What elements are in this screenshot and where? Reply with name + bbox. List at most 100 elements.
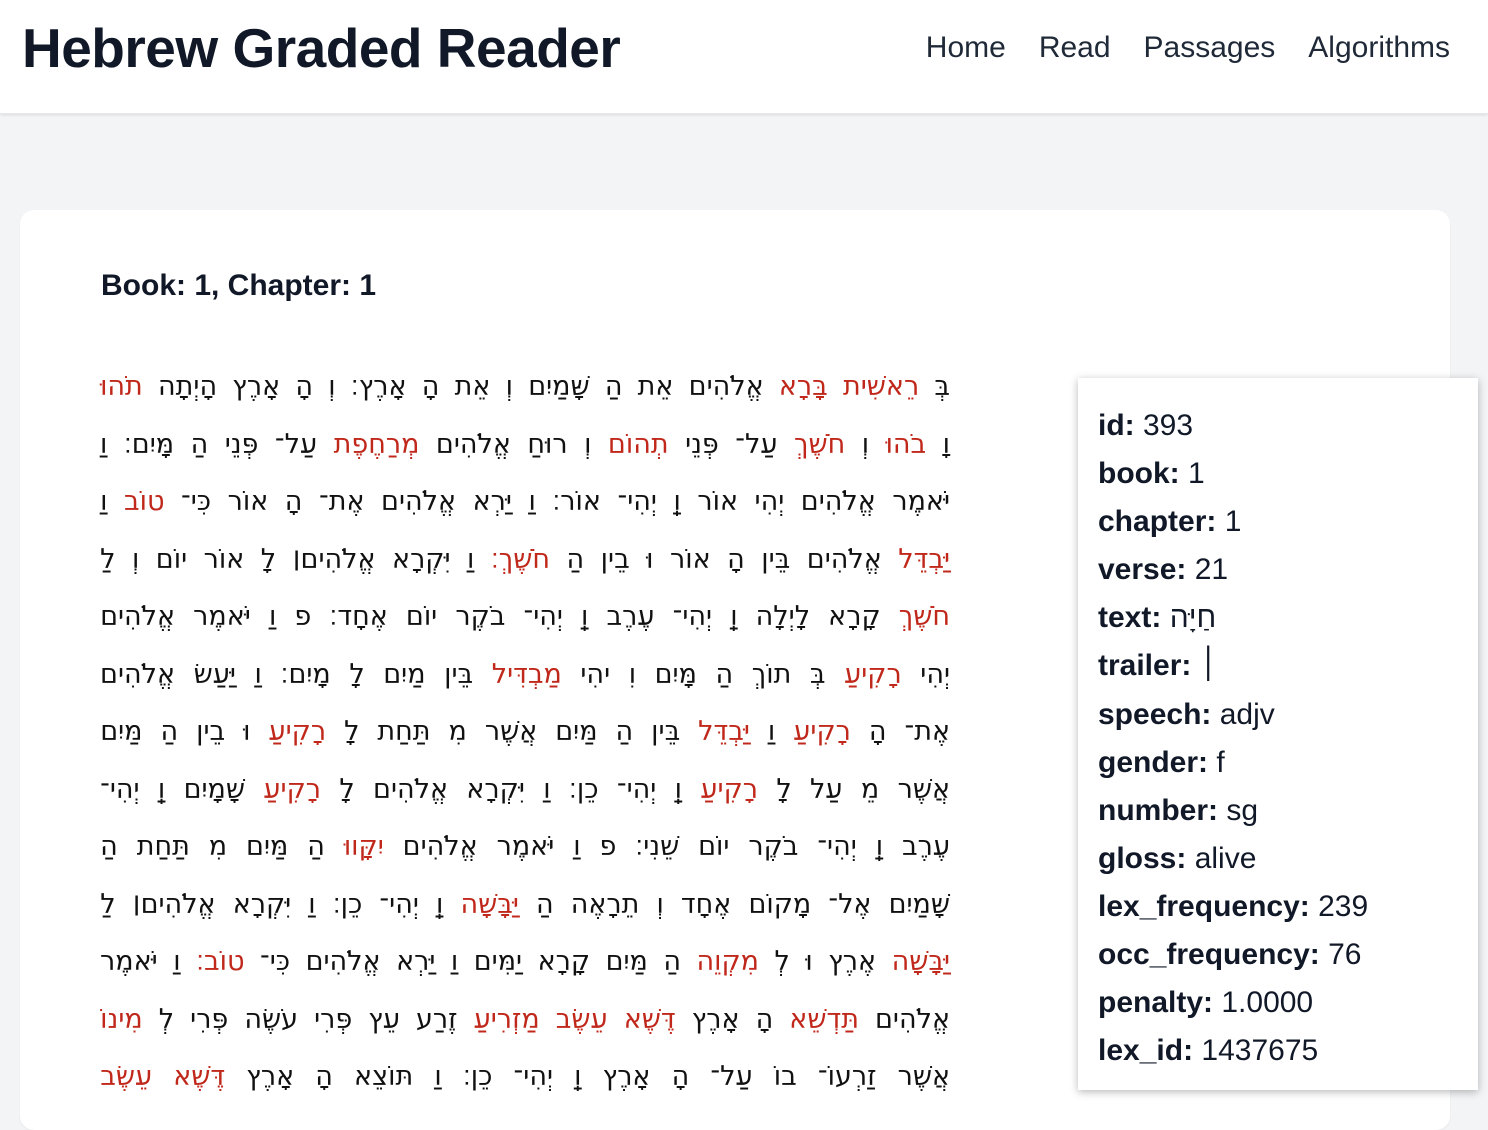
word[interactable]: שָּׁמַיִם [528, 358, 589, 416]
word[interactable]: מָיִם׃ [280, 646, 330, 704]
word[interactable]: כֵן׃ [569, 761, 599, 819]
word[interactable]: אֱלֹהִים׀ [293, 531, 376, 589]
word[interactable]: עֶרֶב [607, 588, 655, 646]
highlighted-word[interactable]: יַּבָּשָׁה [892, 933, 950, 991]
word[interactable]: אוֹר [697, 473, 738, 531]
highlighted-word[interactable]: חֹשֶׁךְ׃ [491, 531, 550, 589]
word[interactable]: הַ [536, 876, 554, 934]
word[interactable]: בוֹ [774, 1048, 797, 1106]
word[interactable]: וַ [255, 646, 262, 704]
word[interactable]: וַֽ [675, 761, 682, 819]
word[interactable]: וְ [328, 358, 335, 416]
word[interactable]: בֵין [601, 531, 630, 589]
highlighted-word[interactable]: דֶּשֶׁא [173, 1048, 225, 1106]
word[interactable]: וְ [584, 416, 591, 474]
word[interactable]: לָ [261, 531, 276, 589]
word[interactable]: לָ [349, 646, 364, 704]
word[interactable]: אָרֶץ׃ [351, 358, 407, 416]
word[interactable]: אֱלֹהִים [100, 646, 175, 704]
word[interactable]: אוֹר [670, 531, 711, 589]
word[interactable]: אֲשֶׁר [898, 761, 950, 819]
word[interactable]: מִ [209, 818, 227, 876]
word[interactable]: עַל־ [735, 416, 777, 474]
highlighted-word[interactable]: יַּבְדֵּל [898, 531, 950, 589]
word[interactable]: וַ [573, 818, 580, 876]
word[interactable]: הַ [307, 818, 325, 876]
word[interactable]: כִּי־ [260, 933, 290, 991]
word[interactable]: אֱלֹהִים [381, 473, 456, 531]
word[interactable]: עֵץ [368, 991, 400, 1049]
nav-home-link[interactable]: Home [926, 28, 1006, 68]
word[interactable]: אוֹר׃ [552, 473, 601, 531]
word[interactable]: מָּיִם׃ [124, 416, 174, 474]
word[interactable]: מַּיִם [606, 933, 648, 991]
word[interactable]: וַ [269, 588, 276, 646]
word[interactable]: מַּיִם [246, 818, 288, 876]
word[interactable]: אֱלֹהִים׀ [133, 876, 216, 934]
word[interactable]: הָ [285, 473, 303, 531]
nav-algorithms-link[interactable]: Algorithms [1308, 28, 1450, 68]
word[interactable]: יוֹם [406, 588, 437, 646]
word[interactable]: וַ [100, 416, 107, 474]
word[interactable]: יֹּאמֶר [100, 933, 158, 991]
word[interactable]: וַֽ [730, 588, 737, 646]
word[interactable]: כִּי־ [181, 473, 211, 531]
word[interactable]: אֶל־ [828, 876, 871, 934]
word[interactable]: אֶחָד׃ [329, 588, 387, 646]
word[interactable]: בֵּין [444, 646, 473, 704]
word[interactable]: קָרָא [828, 588, 880, 646]
word[interactable]: בֵין [196, 703, 225, 761]
highlighted-word[interactable]: מַבְדִּיל [492, 646, 562, 704]
word[interactable]: יוֹם [156, 531, 187, 589]
word[interactable]: אָרֶץ [603, 1048, 651, 1106]
word[interactable]: יַמִּים [474, 933, 522, 991]
word[interactable]: שָׁמָיִם [184, 761, 245, 819]
word[interactable]: הַ [616, 703, 634, 761]
word[interactable]: אֲשֶׁר [485, 703, 537, 761]
word[interactable]: בֹקֶר [455, 588, 505, 646]
word[interactable]: אוֹר [228, 473, 269, 531]
word[interactable]: בֵּין [651, 703, 680, 761]
word[interactable]: וַ [434, 1048, 441, 1106]
word[interactable]: לָ [776, 761, 791, 819]
word[interactable]: וַֽ [673, 473, 680, 531]
word[interactable]: תַּחַת [137, 818, 190, 876]
word[interactable]: מַּיִם [100, 703, 142, 761]
word[interactable]: הַ [605, 358, 623, 416]
highlighted-word[interactable]: רָקִיעַ [700, 761, 758, 819]
word[interactable]: לְ [159, 991, 174, 1049]
highlighted-word[interactable]: תֹהוּ [100, 358, 143, 416]
word[interactable]: תּוֹצֵא [354, 1048, 413, 1106]
word[interactable]: אוֹר [204, 531, 245, 589]
word[interactable]: מֵ [861, 761, 879, 819]
highlighted-word[interactable]: רָקִיעַ [263, 761, 321, 819]
word[interactable]: יוֹם [698, 818, 729, 876]
word[interactable]: מַּיִם [555, 703, 597, 761]
word[interactable]: פְּנֵי [685, 416, 719, 474]
word[interactable]: יֹּאמֶר [497, 818, 555, 876]
word[interactable]: עֶרֶב [902, 818, 950, 876]
word[interactable]: וּ [646, 531, 653, 589]
word[interactable]: יְהִי־ [514, 1048, 553, 1106]
word[interactable]: אֵת [638, 358, 674, 416]
word[interactable]: מָקוֹם [748, 876, 811, 934]
word[interactable]: הָ [295, 358, 313, 416]
word[interactable]: וְ [656, 876, 663, 934]
word[interactable]: אֶת־ [904, 703, 950, 761]
word[interactable]: הַ [663, 933, 681, 991]
highlighted-word[interactable]: עֵשֶׂב [100, 1048, 152, 1106]
word[interactable]: מִ [449, 703, 467, 761]
word[interactable]: תַּחַת [377, 703, 430, 761]
word[interactable]: אֱלֹהִים [801, 473, 876, 531]
word[interactable]: תֵרָאֶה [571, 876, 640, 934]
word[interactable]: אֱלֹהִים [436, 416, 511, 474]
word[interactable]: הַ [191, 416, 209, 474]
word[interactable]: וַֽ [876, 818, 883, 876]
word[interactable]: וְ [132, 531, 139, 589]
highlighted-word[interactable]: רֵאשִׁית [843, 358, 919, 416]
word[interactable]: וַ [467, 531, 474, 589]
word[interactable]: אֵת [455, 358, 491, 416]
word[interactable]: וַֽ [574, 1048, 581, 1106]
highlighted-word[interactable]: עֵשֶׂב [556, 991, 608, 1049]
highlighted-word[interactable]: טוֹב׃ [196, 933, 244, 991]
